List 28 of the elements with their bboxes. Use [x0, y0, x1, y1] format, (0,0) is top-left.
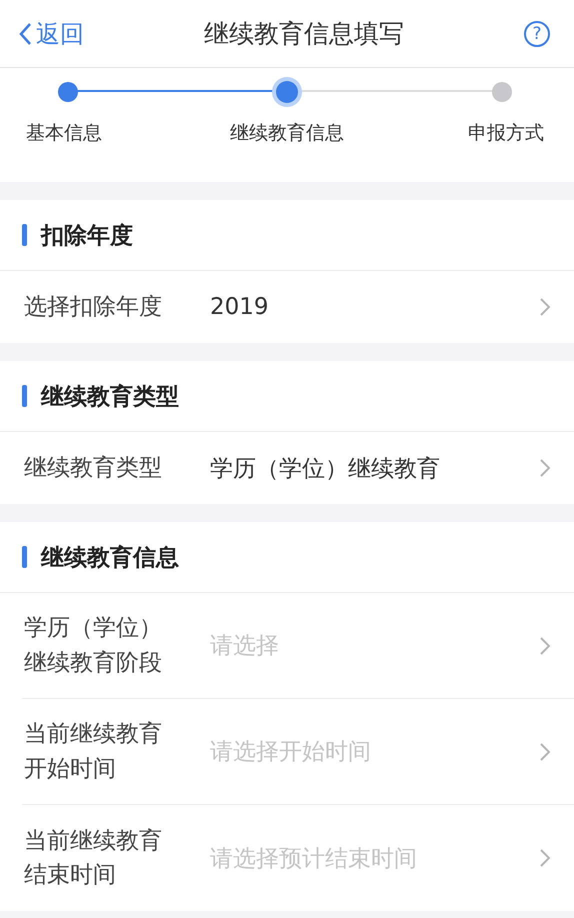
section-title: 扣除年度 [41, 222, 133, 250]
field-placeholder: 请选择 [209, 632, 280, 661]
field-value: 2019 [209, 294, 270, 320]
step-label: 申报方式 [468, 121, 544, 146]
chevron-icon [540, 849, 550, 867]
field-label: 选择扣除年度 [24, 292, 163, 322]
section-title: 继续教育类型 [41, 382, 179, 412]
chevron-icon [540, 459, 550, 477]
field-label: 学历（学位）继续教育阶段 [24, 614, 163, 678]
field-label: 当前继续教育结束时间 [24, 826, 163, 890]
section-title: 继续教育信息 [41, 544, 179, 572]
chevron-icon [540, 298, 550, 316]
help-button[interactable]: ? [524, 20, 550, 46]
back-chevron-icon [18, 22, 32, 46]
page-title: 继续教育信息填写 [204, 18, 404, 50]
step-label: 继续教育信息 [230, 121, 344, 146]
back-button[interactable]: 返回 [18, 18, 84, 50]
field-placeholder: 请选择开始时间 [209, 738, 372, 767]
accent-bar [22, 385, 27, 407]
field-label: 继续教育类型 [24, 454, 163, 483]
step-label: 基本信息 [26, 121, 102, 146]
chevron-icon [540, 636, 550, 654]
field-label: 当前继续教育开始时间 [24, 720, 163, 784]
chevron-icon [540, 742, 550, 760]
accent-bar [22, 224, 27, 246]
field-placeholder: 请选择预计结束时间 [209, 844, 418, 874]
field-value: 学历（学位）继续教育 [209, 454, 441, 484]
accent-bar [22, 546, 27, 568]
